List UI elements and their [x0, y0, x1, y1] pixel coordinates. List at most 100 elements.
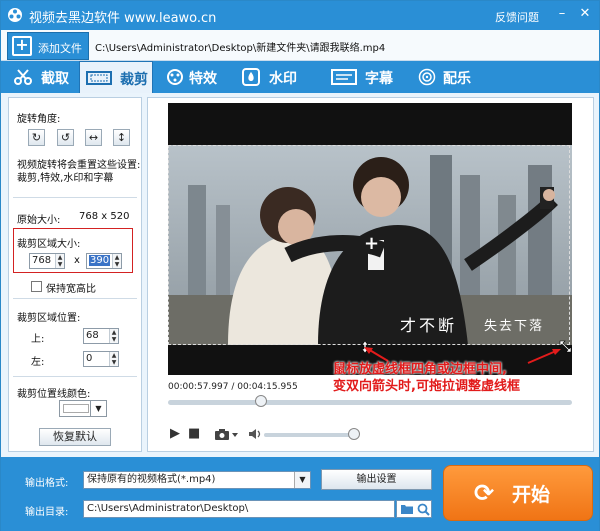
rotate-clockwise-button[interactable]: ↻	[28, 129, 45, 146]
tab-crop[interactable]: 裁剪	[79, 61, 153, 93]
rotate-cw-icon: ↻	[31, 131, 42, 144]
tab-trim[interactable]: 截取	[5, 61, 77, 93]
snapshot-button[interactable]	[214, 428, 240, 441]
color-swatch	[63, 404, 89, 413]
crop-size-label: 裁剪区域大小:	[17, 239, 81, 250]
flip-vertical-button[interactable]: ↕	[113, 129, 130, 146]
convert-icon: ⟳	[474, 479, 495, 507]
crop-left-input[interactable]: 0 ▲ ▼	[83, 351, 119, 367]
volume-handle[interactable]	[348, 428, 361, 440]
crop-top-value: 68	[86, 330, 99, 341]
spin-arrows-icon[interactable]: ▲ ▼	[109, 329, 118, 343]
output-bar: 输出格式: 保持原有的视频格式(*.mp4) ▼ 输出设置 输出目录: C:\U…	[1, 457, 599, 531]
title-bar: 视频去黑边软件 www.leawo.cn 反馈问题 – ✕	[1, 1, 599, 30]
tab-trim-label: 截取	[41, 71, 69, 87]
add-file-label: 添加文件	[38, 42, 82, 55]
left-label: 左:	[31, 357, 45, 368]
rotate-note-line2: 裁剪,特效,水印和字幕	[17, 173, 114, 184]
video-subtitle-sub: 失去下落	[484, 319, 545, 334]
feedback-link[interactable]: 反馈问题	[495, 9, 539, 25]
reset-default-button[interactable]: 恢复默认	[39, 428, 111, 446]
output-dir-input[interactable]: C:\Users\Administrator\Desktop\	[83, 500, 395, 518]
play-button[interactable]: ▶	[170, 426, 180, 441]
file-path: C:\Users\Administrator\Desktop\新建文件夹\请跟我…	[95, 43, 386, 54]
line-color-label: 裁剪位置线颜色:	[17, 389, 91, 400]
start-label: 开始	[512, 484, 551, 506]
original-size-label: 原始大小:	[17, 215, 61, 226]
keep-ratio-checkbox[interactable]	[31, 281, 42, 292]
minimize-button[interactable]: –	[553, 5, 571, 23]
crop-position-label: 裁剪区域位置:	[17, 313, 81, 324]
flip-horizontal-icon: ↔	[88, 131, 99, 144]
seek-bar[interactable]	[168, 400, 572, 405]
rotate-counterclockwise-button[interactable]: ↺	[57, 129, 74, 146]
crop-width-input[interactable]: 768 ▲ ▼	[29, 253, 65, 269]
volume-icon[interactable]	[248, 428, 262, 440]
play-icon: ▶	[170, 426, 180, 441]
rotate-ccw-icon: ↺	[60, 131, 71, 144]
annotation-line2: 变双向箭头时,可拖拉调整虚线框	[333, 379, 520, 394]
output-dir-label: 输出目录:	[25, 507, 69, 518]
spin-arrows-icon[interactable]: ▲ ▼	[112, 254, 121, 268]
file-bar: + 添加文件 C:\Users\Administrator\Desktop\新建…	[1, 30, 599, 61]
flip-vertical-icon: ↕	[116, 131, 127, 144]
tab-watermark[interactable]: 水印	[233, 61, 319, 93]
crop-height-input[interactable]: 390 ▲ ▼	[86, 253, 122, 269]
crop-top-input[interactable]: 68 ▲ ▼	[83, 328, 119, 344]
tab-subtitle[interactable]: 字幕	[323, 61, 407, 93]
output-dir-actions	[396, 500, 432, 518]
spin-arrows-icon[interactable]: ▲ ▼	[109, 352, 118, 366]
tab-music-label: 配乐	[443, 71, 471, 87]
tab-effects[interactable]: 特效	[157, 61, 231, 93]
app-logo-icon	[8, 8, 22, 22]
output-format-select[interactable]: 保持原有的视频格式(*.mp4) ▼	[83, 471, 311, 489]
crop-left-value: 0	[86, 353, 93, 364]
video-preview: + 才不断 失去下落	[168, 103, 572, 375]
preview-panel: + 才不断 失去下落 鼠标放虚线框四角或边框中间, 变双向箭头时,可拖拉调整虚线…	[147, 97, 594, 452]
output-format-value: 保持原有的视频格式(*.mp4)	[87, 474, 216, 485]
scissors-icon	[14, 69, 32, 85]
crop-width-value: 768	[32, 255, 52, 266]
start-button[interactable]: ⟳ 开始	[443, 465, 593, 521]
crop-settings-panel: 旋转角度: ↻ ↺ ↔ ↕ 视频旋转将会重置这些设置: 裁剪,特效,水印和字幕 …	[8, 97, 142, 452]
size-separator: x	[74, 255, 80, 266]
output-format-label: 输出格式:	[25, 478, 69, 489]
line-color-picker[interactable]: ▼	[59, 400, 107, 417]
music-icon	[418, 68, 436, 86]
search-icon[interactable]	[417, 503, 430, 516]
tab-bar: 截取 裁剪 特效 水印 字幕 配乐	[1, 61, 599, 93]
rotation-label: 旋转角度:	[17, 114, 61, 125]
crop-instruction-annotation: 鼠标放虚线框四角或边框中间, 变双向箭头时,可拖拉调整虚线框	[333, 361, 520, 395]
close-button[interactable]: ✕	[576, 5, 594, 23]
subtitle-icon	[331, 69, 357, 85]
chevron-down-icon[interactable]: ▼	[90, 401, 106, 416]
volume-slider[interactable]	[264, 433, 358, 437]
chevron-down-icon[interactable]: ▼	[294, 472, 310, 488]
add-icon: +	[12, 36, 32, 56]
effects-icon	[167, 69, 183, 85]
seek-handle[interactable]	[254, 395, 267, 407]
video-subtitle-main: 才不断	[400, 316, 458, 335]
stop-icon: ■	[188, 426, 201, 441]
tab-music[interactable]: 配乐	[409, 61, 495, 93]
watermark-icon	[242, 68, 260, 86]
divider	[13, 376, 137, 377]
divider	[13, 298, 137, 299]
playback-timecode: 00:00:57.997 / 00:04:15.955	[168, 382, 298, 392]
tab-crop-label: 裁剪	[120, 72, 148, 88]
tab-subtitle-label: 字幕	[365, 71, 393, 87]
original-size-value: 768 x 520	[79, 211, 130, 222]
add-file-button[interactable]: + 添加文件	[7, 32, 89, 60]
app-window: 视频去黑边软件 www.leawo.cn 反馈问题 – ✕ + 添加文件 C:\…	[0, 0, 600, 531]
crop-height-value: 390	[89, 255, 111, 266]
stop-button[interactable]: ■	[188, 426, 200, 441]
move-crosshair-icon[interactable]: +	[364, 233, 379, 254]
spin-arrows-icon[interactable]: ▲ ▼	[55, 254, 64, 268]
top-label: 上:	[31, 334, 45, 345]
annotation-line1: 鼠标放虚线框四角或边框中间,	[333, 362, 507, 377]
flip-horizontal-button[interactable]: ↔	[85, 129, 102, 146]
tab-effects-label: 特效	[189, 71, 217, 87]
folder-icon[interactable]	[400, 503, 414, 515]
app-title: 视频去黑边软件 www.leawo.cn	[29, 11, 217, 26]
output-settings-button[interactable]: 输出设置	[321, 469, 432, 490]
